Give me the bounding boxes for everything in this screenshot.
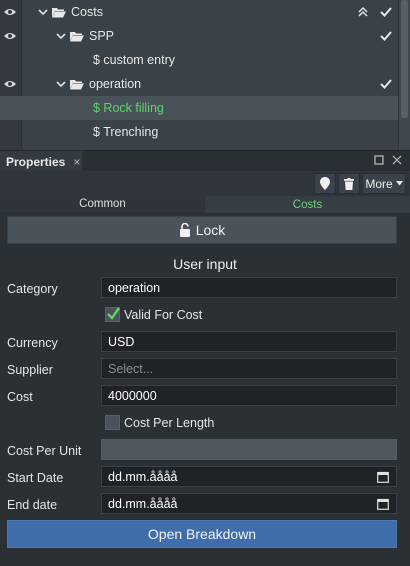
checkbox[interactable] — [105, 415, 120, 430]
start-date-value: dd.mm.åååå — [108, 469, 178, 484]
collapse-all-icon[interactable] — [358, 7, 368, 17]
check-icon — [107, 307, 120, 320]
chevron-down-icon[interactable] — [56, 79, 66, 89]
tree-row-label: operation — [89, 77, 142, 91]
eye-icon[interactable] — [3, 79, 17, 89]
open-breakdown-button[interactable]: Open Breakdown — [7, 520, 397, 548]
end-date-value: dd.mm.åååå — [108, 496, 178, 511]
caret-down-icon — [395, 181, 403, 186]
scrollbar-thumb[interactable] — [401, 0, 408, 118]
check-icon — [380, 7, 392, 17]
chevron-down-icon[interactable] — [56, 31, 66, 41]
section-title: User input — [173, 256, 237, 272]
folder-open-icon — [70, 31, 84, 41]
start-date-label: Start Date — [7, 471, 64, 485]
currency-field[interactable]: USD — [101, 331, 397, 352]
cost-per-unit-field — [101, 439, 397, 460]
currency-value: USD — [108, 334, 135, 349]
supplier-select[interactable]: Select... — [101, 358, 397, 379]
tree-row-operation[interactable]: operation — [22, 72, 398, 96]
eye-icon[interactable] — [3, 7, 17, 17]
currency-label: Currency — [7, 336, 58, 350]
category-field[interactable]: operation — [101, 277, 397, 298]
properties-panel-header: Properties × — [0, 150, 410, 172]
properties-tabs: Common Costs — [0, 196, 410, 213]
tree-row-rock-filling[interactable]: $ Rock filling — [0, 96, 398, 120]
supplier-placeholder: Select... — [108, 361, 154, 376]
cost-label: Cost — [7, 390, 33, 404]
cost-per-length-checkbox[interactable]: Cost Per Length — [105, 415, 214, 430]
tree-scrollbar[interactable] — [398, 0, 410, 150]
tree-row-label: SPP — [89, 29, 115, 43]
calendar-icon[interactable] — [377, 498, 389, 510]
category-value: operation — [108, 280, 161, 295]
eye-icon[interactable] — [3, 31, 17, 41]
unlock-icon — [179, 223, 190, 237]
visibility-gutter — [0, 0, 22, 150]
category-label: Category — [7, 282, 58, 296]
calendar-icon[interactable] — [377, 471, 389, 483]
cost-per-length-label: Cost Per Length — [124, 415, 215, 430]
cost-value: 4000000 — [108, 388, 157, 403]
check-icon — [380, 79, 392, 89]
end-date-field[interactable]: dd.mm.åååå — [101, 493, 397, 514]
panel-tab-label: Properties — [6, 154, 66, 169]
check-icon — [380, 31, 392, 41]
folder-open-icon — [70, 79, 84, 89]
properties-toolbar: More — [0, 171, 410, 196]
close-tab-icon[interactable]: × — [73, 155, 80, 169]
checkbox[interactable] — [105, 307, 120, 322]
close-icon[interactable] — [392, 155, 402, 165]
tree-row-label: $ Trenching — [93, 125, 159, 139]
location-pin-button[interactable] — [314, 173, 336, 194]
valid-for-cost-label: Valid For Cost — [124, 307, 203, 322]
tab-properties[interactable]: Properties × — [0, 151, 82, 172]
maximize-icon[interactable] — [374, 155, 384, 165]
tree-row-trenching[interactable]: $ Trenching — [22, 120, 398, 144]
delete-button[interactable] — [338, 173, 360, 194]
supplier-label: Supplier — [7, 363, 53, 377]
tab-costs[interactable]: Costs — [205, 196, 410, 213]
trash-icon — [344, 177, 354, 190]
more-menu-button[interactable]: More — [362, 173, 406, 194]
start-date-field[interactable]: dd.mm.åååå — [101, 466, 397, 487]
tree-row-spp[interactable]: SPP — [22, 24, 398, 48]
lock-button[interactable]: Lock — [7, 216, 397, 244]
costs-form: Lock User input Category operation Valid… — [0, 213, 410, 566]
tree-row-label: $ custom entry — [93, 53, 175, 67]
tree-row-custom-entry[interactable]: $ custom entry — [22, 48, 398, 72]
chevron-down-icon[interactable] — [38, 7, 48, 17]
end-date-label: End date — [7, 498, 58, 512]
tree-row-label: $ Rock filling — [93, 101, 164, 115]
tree-row-costs[interactable]: Costs — [22, 0, 398, 24]
folder-open-icon — [52, 7, 66, 17]
location-pin-icon — [320, 177, 330, 190]
tree-row-label: Costs — [71, 5, 103, 19]
project-tree: Costs SPP $ custom entry operation $ Roc… — [0, 0, 410, 150]
more-label: More — [365, 176, 393, 191]
cost-per-unit-label: Cost Per Unit — [7, 444, 82, 458]
lock-label: Lock — [195, 222, 226, 238]
cost-field[interactable]: 4000000 — [101, 385, 397, 406]
valid-for-cost-checkbox[interactable]: Valid For Cost — [105, 307, 202, 322]
tab-common[interactable]: Common — [0, 196, 205, 213]
